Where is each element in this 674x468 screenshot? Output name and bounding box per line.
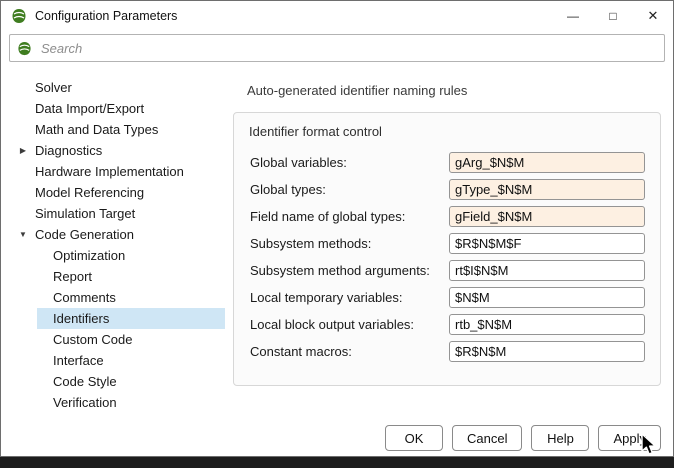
- field-name-of-global-types-input[interactable]: [449, 206, 645, 227]
- subsystem-method-arguments-input[interactable]: [449, 260, 645, 281]
- minimize-button[interactable]: —: [553, 1, 593, 31]
- sidebar-item-identifiers[interactable]: Identifiers: [37, 308, 225, 329]
- field-label: Global types:: [250, 182, 326, 197]
- sidebar-item-label: Code Generation: [35, 227, 135, 242]
- cancel-button[interactable]: Cancel: [452, 425, 523, 451]
- ok-button[interactable]: OK: [385, 425, 443, 451]
- global-types-input[interactable]: [449, 179, 645, 200]
- local-block-output-variables-input[interactable]: [449, 314, 645, 335]
- expanded-arrow-icon[interactable]: ▼: [16, 224, 30, 245]
- help-button[interactable]: Help: [531, 425, 590, 451]
- sidebar-item-label: Custom Code: [53, 332, 133, 347]
- sidebar-item-label: Solver: [35, 80, 72, 95]
- field-row: Constant macros:: [249, 338, 645, 365]
- sidebar-item-label: Comments: [53, 290, 116, 305]
- sidebar-item-data-import-export[interactable]: Data Import/Export: [9, 98, 225, 119]
- simulink-search-icon: [18, 41, 31, 55]
- maximize-button[interactable]: □: [593, 1, 633, 31]
- group-title: Identifier format control: [249, 124, 382, 139]
- sidebar-tree: Solver Data Import/Export Math and Data …: [9, 77, 225, 416]
- sidebar-item-label: Hardware Implementation: [35, 164, 184, 179]
- sidebar-item-verification[interactable]: Verification: [37, 392, 225, 413]
- sidebar-item-report[interactable]: Report: [37, 266, 225, 287]
- sidebar-item-interface[interactable]: Interface: [37, 350, 225, 371]
- field-label: Local temporary variables:: [250, 290, 403, 305]
- field-row: Global variables:: [249, 149, 645, 176]
- sidebar-item-label: Data Import/Export: [35, 101, 145, 116]
- sidebar-item-label: Optimization: [53, 248, 126, 263]
- field-row: Local block output variables:: [249, 311, 645, 338]
- collapsed-arrow-icon[interactable]: ▶: [16, 140, 30, 161]
- field-row: Global types:: [249, 176, 645, 203]
- sidebar-item-custom-code[interactable]: Custom Code: [37, 329, 225, 350]
- search-box[interactable]: [9, 34, 665, 62]
- footer-button-bar: OK Cancel Help Apply: [385, 425, 661, 451]
- sidebar-item-hardware-implementation[interactable]: Hardware Implementation: [9, 161, 225, 182]
- sidebar-item-label: Interface: [53, 353, 104, 368]
- field-row: Field name of global types:: [249, 203, 645, 230]
- sidebar-item-label: Verification: [53, 395, 117, 410]
- field-label: Constant macros:: [250, 344, 352, 359]
- sidebar-item-math-and-data-types[interactable]: Math and Data Types: [9, 119, 225, 140]
- identifier-format-control-group: Identifier format control Global variabl…: [233, 112, 661, 386]
- field-label: Local block output variables:: [250, 317, 415, 332]
- sidebar-item-solver[interactable]: Solver: [9, 77, 225, 98]
- sidebar-item-label: Code Style: [53, 374, 117, 389]
- sidebar-item-optimization[interactable]: Optimization: [37, 245, 225, 266]
- sidebar-item-label: Diagnostics: [35, 143, 103, 158]
- local-temporary-variables-input[interactable]: [449, 287, 645, 308]
- field-label: Subsystem method arguments:: [250, 263, 430, 278]
- window-title: Configuration Parameters: [35, 9, 178, 23]
- sidebar-item-diagnostics[interactable]: ▶ Diagnostics: [9, 140, 225, 161]
- sidebar-item-comments[interactable]: Comments: [37, 287, 225, 308]
- sidebar-item-label: Report: [53, 269, 93, 284]
- sidebar-item-code-style[interactable]: Code Style: [37, 371, 225, 392]
- sidebar-item-simulation-target[interactable]: Simulation Target: [9, 203, 225, 224]
- sidebar-item-label: Simulation Target: [35, 206, 136, 221]
- field-row: Subsystem method arguments:: [249, 257, 645, 284]
- field-label: Global variables:: [250, 155, 347, 170]
- title-bar: Configuration Parameters — □ ✕: [1, 1, 673, 31]
- search-input[interactable]: [39, 39, 657, 57]
- apply-button[interactable]: Apply: [598, 425, 661, 451]
- sidebar-item-code-generation[interactable]: ▼ Code Generation: [9, 224, 225, 245]
- sidebar-item-model-referencing[interactable]: Model Referencing: [9, 182, 225, 203]
- field-label: Subsystem methods:: [250, 236, 372, 251]
- close-button[interactable]: ✕: [633, 1, 673, 31]
- field-row: Local temporary variables:: [249, 284, 645, 311]
- sidebar-item-label: Identifiers: [53, 311, 110, 326]
- constant-macros-input[interactable]: [449, 341, 645, 362]
- page-title: Auto-generated identifier naming rules: [247, 83, 468, 98]
- sidebar-item-label: Model Referencing: [35, 185, 145, 200]
- field-label: Field name of global types:: [250, 209, 406, 224]
- configuration-parameters-window: Configuration Parameters — □ ✕ Solver Da…: [0, 0, 674, 457]
- subsystem-methods-input[interactable]: [449, 233, 645, 254]
- global-variables-input[interactable]: [449, 152, 645, 173]
- simulink-icon: [12, 9, 26, 23]
- field-row: Subsystem methods:: [249, 230, 645, 257]
- search-row: [9, 34, 665, 63]
- main-panel: Auto-generated identifier naming rules I…: [233, 77, 661, 386]
- sidebar-item-label: Math and Data Types: [35, 122, 159, 137]
